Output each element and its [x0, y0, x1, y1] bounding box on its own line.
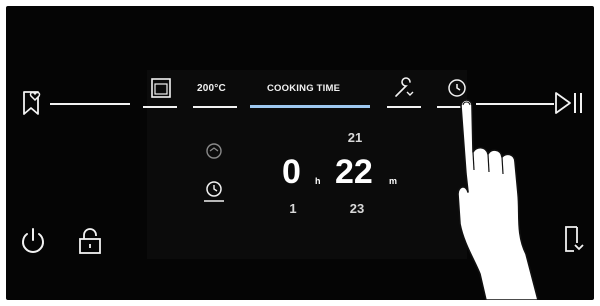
oven-icon — [151, 78, 171, 98]
left-divider-line — [50, 103, 130, 105]
probe-tab-line — [387, 106, 421, 108]
oven-display: 200°C COOKING TIME 21 0 h 22 m 1 23 — [143, 70, 467, 259]
duration-option[interactable] — [203, 140, 227, 162]
hand-pointer-icon — [457, 99, 539, 300]
temperature-tab[interactable]: 200°C — [197, 83, 226, 94]
bookmark-heart-icon — [23, 91, 41, 115]
oven-mode-tab[interactable] — [149, 76, 173, 100]
meat-probe-icon — [395, 77, 414, 97]
lock-icon — [79, 228, 101, 254]
oven-tab-line — [143, 106, 177, 108]
end-time-option[interactable] — [203, 178, 227, 204]
minutes-next-value[interactable]: 23 — [342, 201, 372, 216]
power-icon — [22, 228, 44, 253]
minutes-previous-value[interactable]: 21 — [340, 130, 370, 145]
minutes-value[interactable]: 22 — [335, 153, 373, 192]
oven-control-panel: 200°C COOKING TIME 21 0 h 22 m 1 23 — [6, 6, 594, 300]
lock-button[interactable] — [76, 226, 104, 256]
favourite-button[interactable] — [18, 88, 46, 118]
meat-probe-tab[interactable] — [392, 76, 416, 100]
duration-icon — [206, 143, 222, 159]
temperature-tab-line — [193, 106, 237, 108]
end-time-icon — [204, 181, 224, 202]
cooking-time-active-underline — [250, 105, 370, 108]
hours-value[interactable]: 0 — [282, 153, 301, 192]
cooking-time-tab[interactable]: COOKING TIME — [267, 83, 340, 94]
power-button[interactable] — [18, 226, 48, 256]
hours-unit: h — [315, 176, 321, 186]
minutes-unit: m — [389, 176, 398, 186]
hours-next-value[interactable]: 1 — [278, 201, 308, 216]
